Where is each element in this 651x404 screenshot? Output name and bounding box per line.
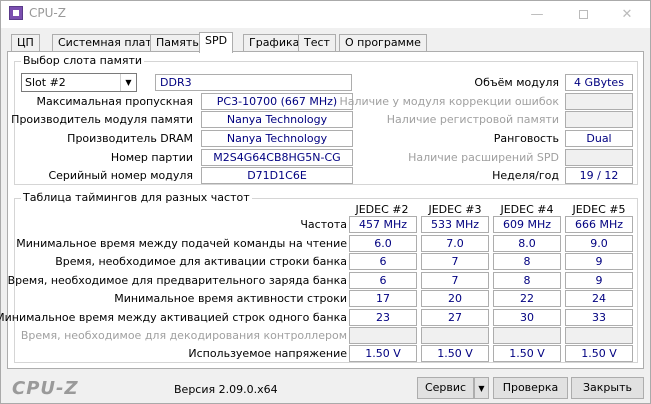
close-button[interactable]: Закрыть: [571, 377, 644, 399]
timing-row-label: Время, необходимое для декодирования кон…: [20, 329, 347, 342]
maximize-icon: [578, 10, 588, 19]
window-title: CPU-Z: [29, 6, 66, 20]
memory-slot-group: Выбор слота памяти Slot #2 ▼ DDR3 Максим…: [11, 54, 638, 185]
close-window-button[interactable]: ✕: [604, 1, 650, 28]
column-jedec-5: JEDEC #5: [572, 203, 626, 216]
registered-label: Наличие регистровой памяти: [386, 113, 559, 126]
tab-graphics[interactable]: Графика: [243, 34, 306, 52]
timing-cell: 457 MHz: [349, 216, 417, 233]
column-jedec-4: JEDEC #4: [500, 203, 554, 216]
timing-cell: 609 MHz: [493, 216, 561, 233]
timing-cell: 9.0: [565, 235, 633, 252]
title-bar: CPU-Z — ✕: [1, 1, 650, 28]
ranks-value: Dual: [565, 130, 633, 147]
spd-ext-value: [565, 149, 633, 166]
tools-dropdown-button[interactable]: ▼: [474, 377, 489, 399]
timing-cell: 666 MHz: [565, 216, 633, 233]
timing-cell: [493, 327, 561, 344]
timing-cell: 9: [565, 272, 633, 289]
timing-cell: 7.0: [421, 235, 489, 252]
cpuz-window: CPU-Z — ✕ ЦП Системная плата Память SPD …: [0, 0, 651, 404]
timing-cell: 1.50 V: [565, 345, 633, 362]
timing-cell: 6: [349, 272, 417, 289]
slot-select[interactable]: Slot #2 ▼: [21, 73, 137, 92]
tab-mainboard[interactable]: Системная плата: [52, 34, 165, 52]
week-year-value: 19 / 12: [565, 167, 633, 184]
timing-row-label: Минимальное время между активацией строк…: [0, 311, 347, 324]
timing-row-label: Минимальное время между подачей команды …: [16, 237, 347, 250]
timings-group-title: Таблица таймингов для разных частот: [21, 191, 252, 205]
timing-row-label: Используемое напряжение: [188, 347, 347, 360]
cpuz-logo: CPU-Z: [12, 378, 79, 399]
timing-cell: 8: [493, 253, 561, 270]
ranks-label: Ранговость: [493, 132, 559, 145]
timing-cell: 9: [565, 253, 633, 270]
module-size-label: Объём модуля: [474, 76, 559, 89]
timing-cell: 533 MHz: [421, 216, 489, 233]
timing-cell: 1.50 V: [421, 345, 489, 362]
ecc-label: Наличие у модуля коррекции ошибок: [339, 95, 559, 108]
module-size-value: 4 GBytes: [565, 74, 633, 91]
timing-cell: 7: [421, 272, 489, 289]
week-year-label: Неделя/год: [492, 169, 559, 182]
dram-manufacturer-value: Nanya Technology: [201, 130, 353, 147]
registered-value: [565, 111, 633, 128]
tab-spd[interactable]: SPD: [199, 32, 234, 53]
spd-panel: Выбор слота памяти Slot #2 ▼ DDR3 Максим…: [0, 51, 644, 369]
timing-cell: 8: [493, 272, 561, 289]
timing-cell: 1.50 V: [493, 345, 561, 362]
column-jedec-3: JEDEC #3: [428, 203, 482, 216]
timing-cell: 8.0: [493, 235, 561, 252]
memory-slot-group-title: Выбор слота памяти: [21, 54, 145, 68]
version-label: Версия 2.09.0.x64: [174, 383, 278, 396]
timing-row-label: Частота: [300, 218, 347, 231]
max-bandwidth-label: Максимальная пропускная: [36, 95, 193, 108]
timing-cell: [565, 327, 633, 344]
tab-about[interactable]: О программе: [339, 34, 427, 52]
timing-row-label: Время, необходимое для активации строки …: [55, 255, 347, 268]
timing-cell: 22: [493, 290, 561, 307]
part-number-label: Номер партии: [110, 151, 193, 164]
module-manufacturer-label: Производитель модуля памяти: [11, 113, 193, 126]
timing-cell: 27: [421, 309, 489, 326]
serial-number-label: Серийный номер модуля: [48, 169, 193, 182]
maximize-button[interactable]: [560, 1, 606, 28]
timing-cell: 6: [349, 253, 417, 270]
timing-row-label: Время, необходимое для предварительного …: [7, 274, 347, 287]
timing-cell: 1.50 V: [349, 345, 417, 362]
timing-cell: 33: [565, 309, 633, 326]
timing-cell: 7: [421, 253, 489, 270]
minimize-button[interactable]: —: [514, 1, 560, 28]
part-number-value: M2S4G64CB8HG5N-CG: [201, 149, 353, 166]
validate-button[interactable]: Проверка: [493, 377, 568, 399]
timing-cell: 24: [565, 290, 633, 307]
chevron-down-icon[interactable]: ▼: [120, 74, 136, 91]
timing-cell: 23: [349, 309, 417, 326]
tab-cpu[interactable]: ЦП: [11, 34, 40, 52]
module-manufacturer-value: Nanya Technology: [201, 111, 353, 128]
ecc-value: [565, 93, 633, 110]
spd-ext-label: Наличие расширений SPD: [408, 151, 559, 164]
timing-cell: [421, 327, 489, 344]
cpuz-app-icon: [9, 6, 23, 20]
column-jedec-2: JEDEC #2: [355, 203, 409, 216]
timing-row-label: Минимальное время активности строки: [114, 292, 347, 305]
timing-cell: 6.0: [349, 235, 417, 252]
slot-select-value: Slot #2: [25, 76, 66, 89]
max-bandwidth-value: PC3-10700 (667 MHz): [201, 93, 353, 110]
timing-cell: 30: [493, 309, 561, 326]
timing-cell: 17: [349, 290, 417, 307]
timings-group: Таблица таймингов для разных частот JEDE…: [0, 191, 638, 363]
timing-cell: [349, 327, 417, 344]
tab-bench[interactable]: Тест: [298, 34, 336, 52]
serial-number-value: D71D1C6E: [201, 167, 353, 184]
tools-button[interactable]: Сервис: [417, 377, 474, 399]
memory-type-field: DDR3: [155, 74, 352, 91]
chevron-down-icon: ▼: [478, 384, 485, 393]
timing-cell: 20: [421, 290, 489, 307]
tab-memory[interactable]: Память: [150, 34, 205, 52]
dram-manufacturer-label: Производитель DRAM: [67, 132, 193, 145]
